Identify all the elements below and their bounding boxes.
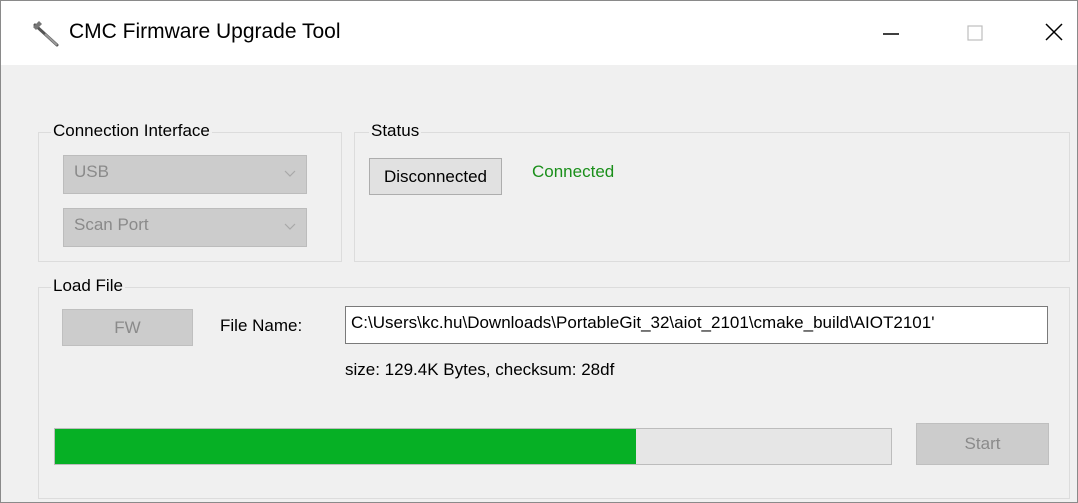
interface-select[interactable]: USB	[63, 155, 307, 194]
disconnect-button[interactable]: Disconnected	[369, 158, 502, 195]
chevron-down-icon	[284, 223, 296, 230]
maximize-icon	[967, 25, 983, 41]
progress-fill	[55, 429, 637, 464]
load-file-group-label: Load File	[51, 276, 125, 296]
close-button[interactable]	[1019, 1, 1078, 65]
file-info-text: size: 129.4K Bytes, checksum: 28df	[345, 360, 615, 379]
fw-button[interactable]: FW	[62, 309, 193, 346]
wrench-tool-icon	[33, 21, 59, 47]
start-button[interactable]: Start	[916, 423, 1049, 465]
interface-select-value: USB	[74, 162, 109, 181]
port-select-value: Scan Port	[74, 215, 149, 234]
maximize-button[interactable]	[948, 1, 1012, 65]
close-icon	[1045, 23, 1063, 41]
chevron-down-icon	[284, 170, 296, 177]
file-path-field[interactable]: C:\Users\kc.hu\Downloads\PortableGit_32\…	[345, 306, 1048, 344]
file-name-label: File Name:	[220, 316, 303, 335]
app-window: CMC Firmware Upgrade Tool Connection Int…	[0, 0, 1078, 503]
window-title: CMC Firmware Upgrade Tool	[69, 20, 341, 43]
status-group	[354, 132, 1070, 262]
connection-interface-label: Connection Interface	[51, 121, 212, 141]
upload-progress-bar	[54, 428, 892, 465]
connection-status-text: Connected	[532, 162, 615, 181]
status-group-label: Status	[369, 121, 422, 141]
minimize-icon	[883, 33, 899, 35]
port-select[interactable]: Scan Port	[63, 208, 307, 247]
minimize-button[interactable]	[863, 1, 927, 65]
title-bar[interactable]: CMC Firmware Upgrade Tool	[1, 1, 1077, 65]
